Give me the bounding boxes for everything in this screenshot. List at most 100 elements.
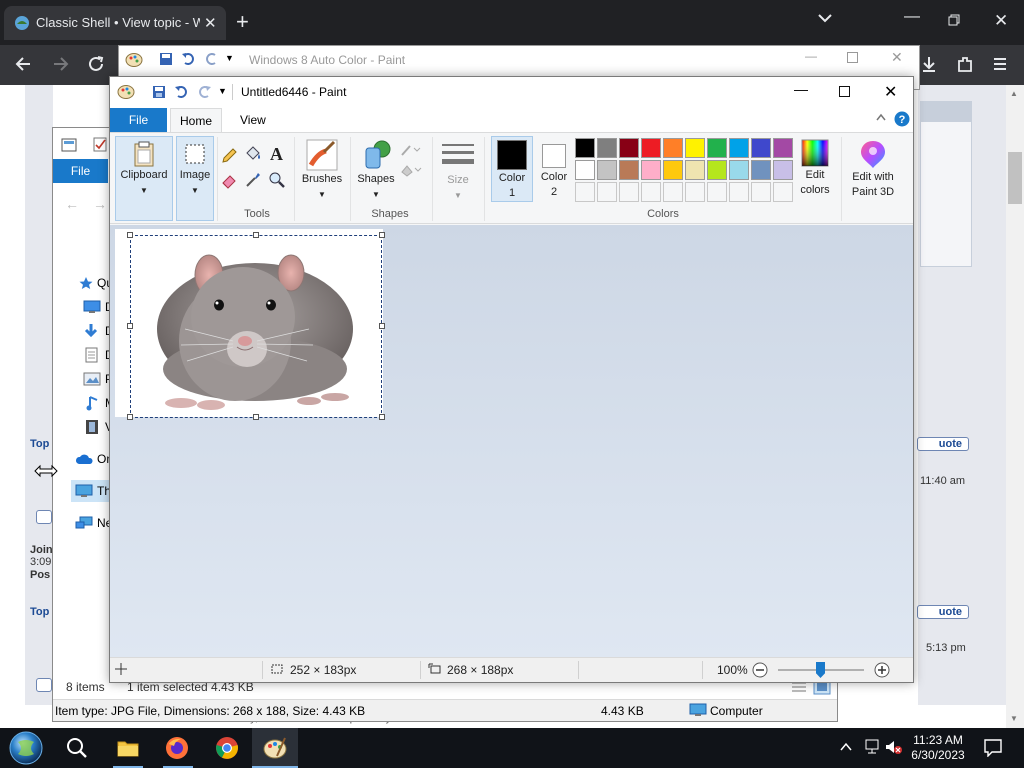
network-tray-icon[interactable] (862, 739, 880, 755)
extensions-icon[interactable] (956, 55, 974, 73)
show-hidden-icons-icon[interactable] (840, 742, 852, 752)
palette-swatch[interactable] (685, 138, 705, 158)
forum-profile-button[interactable] (36, 510, 52, 524)
resize-handle[interactable] (127, 232, 133, 238)
minimize-icon[interactable]: — (794, 81, 808, 97)
resize-handle[interactable] (379, 414, 385, 420)
palette-swatch[interactable] (773, 160, 793, 180)
palette-swatch[interactable] (751, 138, 771, 158)
palette-empty-swatch[interactable] (729, 182, 749, 202)
resize-handle[interactable] (379, 232, 385, 238)
redo-icon[interactable] (196, 85, 212, 99)
magnifier-icon[interactable] (268, 171, 286, 189)
image-button[interactable]: Image ▼ (176, 136, 214, 221)
new-tab-button[interactable]: + (236, 9, 249, 35)
notifications-icon[interactable] (984, 739, 1002, 757)
palette-swatch[interactable] (707, 160, 727, 180)
scroll-up-icon[interactable]: ▲ (1010, 89, 1018, 98)
explorer-file-tab[interactable]: File (53, 159, 108, 183)
palette-swatch[interactable] (663, 160, 683, 180)
undo-icon[interactable] (181, 52, 197, 66)
palette-empty-swatch[interactable] (641, 182, 661, 202)
start-orb-icon[interactable] (8, 730, 44, 766)
close-icon[interactable]: ✕ (891, 49, 903, 66)
color1-button[interactable]: Color 1 (491, 136, 533, 202)
forum-top-link[interactable]: Top (30, 438, 49, 450)
palette-empty-swatch[interactable] (773, 182, 793, 202)
palette-swatch[interactable] (597, 160, 617, 180)
palette-swatch[interactable] (729, 160, 749, 180)
browser-tab[interactable]: Classic Shell • View topic - Windows ✕ (4, 6, 226, 40)
undo-icon[interactable] (174, 85, 190, 99)
resize-handle[interactable] (379, 323, 385, 329)
resize-handle[interactable] (253, 232, 259, 238)
file-explorer-icon[interactable] (117, 738, 139, 758)
resize-handle[interactable] (127, 414, 133, 420)
palette-swatch[interactable] (773, 138, 793, 158)
minimize-icon[interactable]: — (904, 8, 920, 26)
palette-empty-swatch[interactable] (663, 182, 683, 202)
forum-profile-button[interactable] (36, 678, 52, 692)
palette-swatch[interactable] (663, 138, 683, 158)
palette-empty-swatch[interactable] (575, 182, 595, 202)
palette-empty-swatch[interactable] (707, 182, 727, 202)
explorer-back-icon[interactable]: ← (65, 196, 79, 212)
fill-icon[interactable] (400, 163, 424, 177)
chrome-icon[interactable] (215, 736, 239, 760)
palette-swatch[interactable] (575, 138, 595, 158)
quick-access-dropdown-icon[interactable]: ▼ (218, 86, 227, 96)
zoom-slider-thumb[interactable] (816, 662, 825, 678)
palette-swatch[interactable] (685, 160, 705, 180)
size-button[interactable]: Size ▼ (438, 136, 478, 206)
reload-icon[interactable] (87, 55, 105, 73)
paint-file-tab[interactable]: File (110, 108, 167, 132)
palette-swatch[interactable] (751, 160, 771, 180)
palette-swatch[interactable] (575, 160, 595, 180)
palette-swatch[interactable] (707, 138, 727, 158)
shapes-button[interactable]: Shapes ▼ (354, 136, 398, 206)
save-icon[interactable] (152, 85, 166, 99)
palette-empty-swatch[interactable] (751, 182, 771, 202)
palette-swatch[interactable] (641, 138, 661, 158)
quick-access-dropdown-icon[interactable]: ▼ (225, 53, 234, 63)
download-icon[interactable] (920, 55, 938, 73)
palette-empty-swatch[interactable] (619, 182, 639, 202)
scroll-down-icon[interactable]: ▼ (1010, 714, 1018, 723)
palette-swatch[interactable] (597, 138, 617, 158)
checkbox-quick-icon[interactable] (93, 137, 109, 153)
edit-colors-button[interactable]: Edit colors (796, 136, 834, 202)
canvas-area[interactable] (110, 225, 913, 657)
zoom-in-icon[interactable] (874, 662, 890, 678)
maximize-icon[interactable] (839, 86, 850, 97)
eraser-icon[interactable] (220, 171, 238, 189)
paint-view-tab[interactable]: View (240, 108, 266, 132)
back-icon[interactable] (14, 55, 32, 73)
fill-bucket-icon[interactable] (244, 145, 262, 163)
tab-close-icon[interactable]: ✕ (204, 14, 217, 32)
palette-swatch[interactable] (619, 160, 639, 180)
page-scrollbar-thumb[interactable] (1008, 152, 1022, 204)
palette-empty-swatch[interactable] (597, 182, 617, 202)
zoom-out-icon[interactable] (752, 662, 768, 678)
restore-icon[interactable] (948, 14, 960, 26)
forward-icon[interactable] (52, 55, 70, 73)
close-icon[interactable]: ✕ (994, 11, 1008, 31)
forum-quote-button[interactable]: uote (917, 437, 969, 451)
maximize-icon[interactable] (847, 52, 858, 63)
collapse-ribbon-icon[interactable] (876, 113, 886, 121)
forum-quote-button[interactable]: uote (917, 605, 969, 619)
redo-icon[interactable] (203, 52, 219, 66)
close-icon[interactable]: ✕ (884, 82, 897, 102)
menu-icon[interactable] (992, 55, 1008, 73)
search-icon[interactable] (66, 737, 88, 759)
paint-taskbar-icon[interactable] (263, 736, 287, 760)
outline-icon[interactable] (400, 143, 424, 157)
text-tool-icon[interactable]: A (268, 144, 286, 162)
palette-swatch[interactable] (641, 160, 661, 180)
palette-swatch[interactable] (619, 138, 639, 158)
color-picker-icon[interactable] (244, 171, 262, 189)
paint-home-tab[interactable]: Home (170, 108, 222, 132)
minimize-icon[interactable]: — (805, 49, 817, 63)
clipboard-button[interactable]: Clipboard ▼ (115, 136, 173, 221)
save-icon[interactable] (159, 52, 173, 66)
